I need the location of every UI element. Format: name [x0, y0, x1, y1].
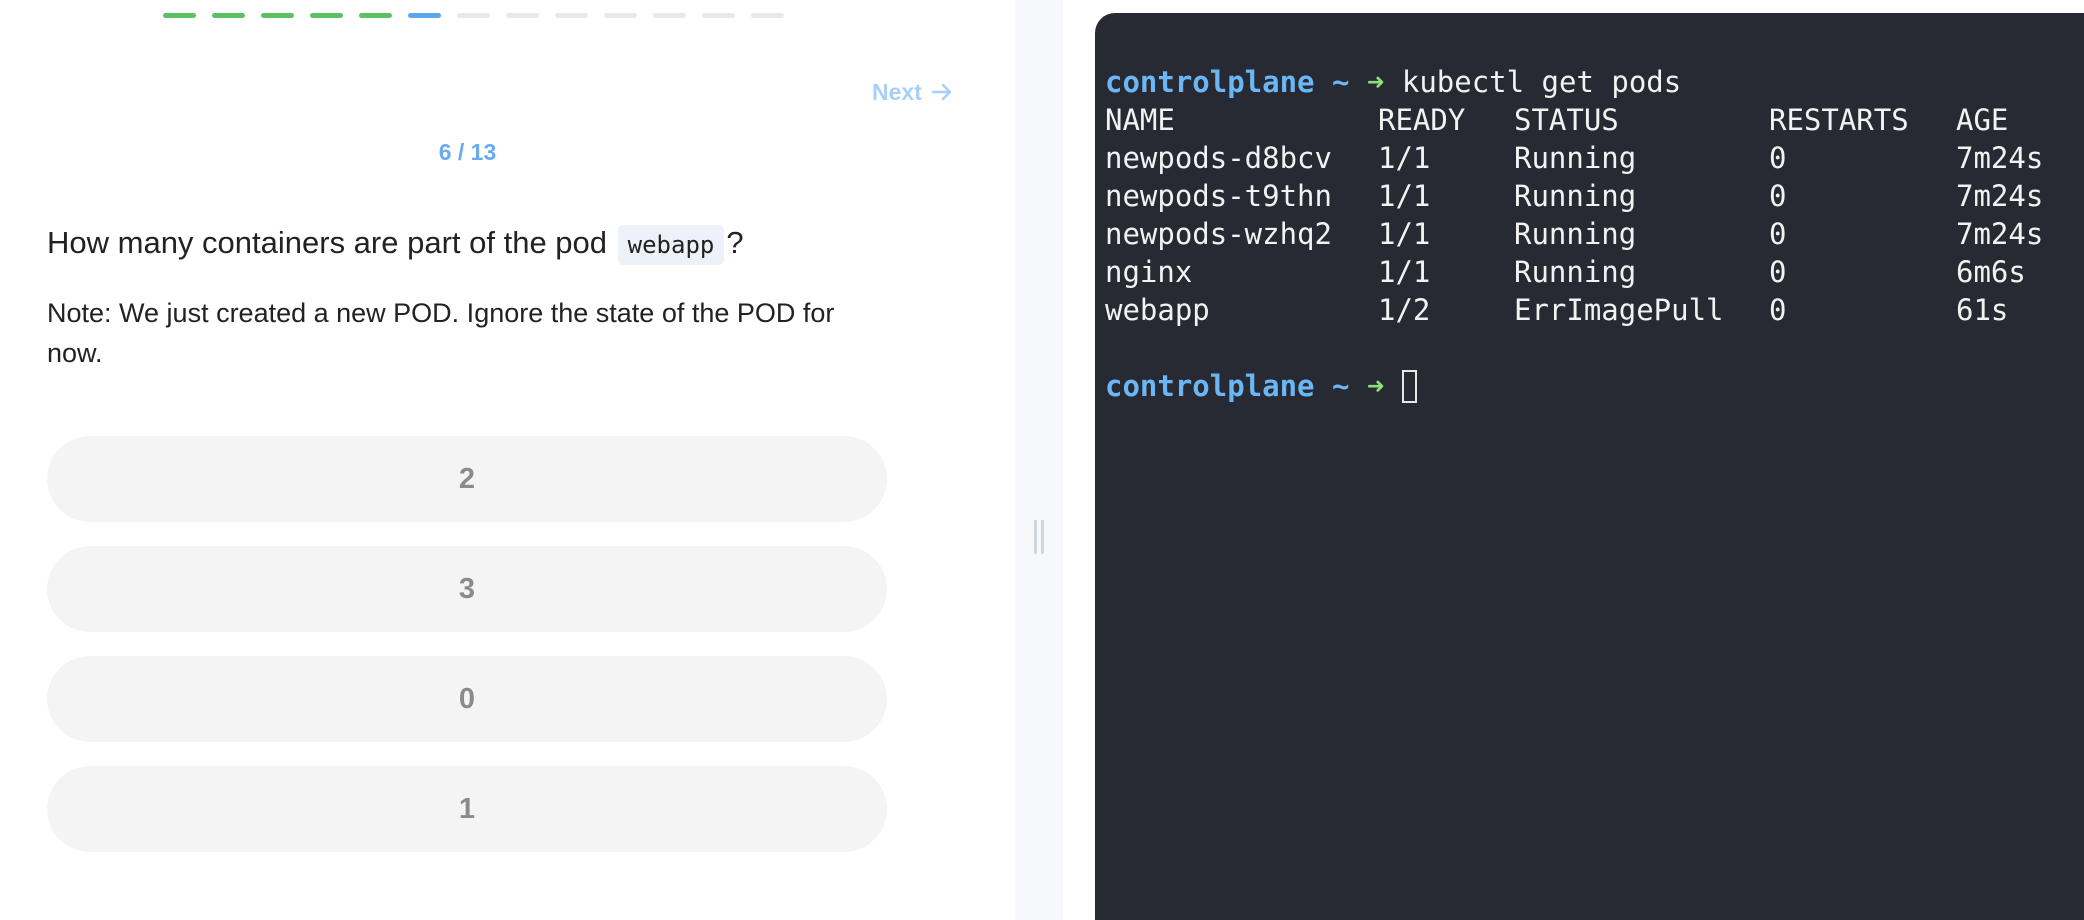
terminal-command: kubectl get pods — [1401, 65, 1682, 99]
terminal-cell: Running — [1514, 217, 1637, 251]
terminal-row: nginx 1/1 Running 0 6m6s — [1105, 253, 2084, 291]
terminal-cell: 1/1 — [1378, 141, 1431, 175]
progress-segment — [653, 13, 686, 18]
terminal-header-cell: RESTARTS — [1769, 103, 1909, 137]
terminal-cell: Running — [1514, 141, 1637, 175]
answer-option[interactable]: 0 — [47, 656, 887, 742]
next-label: Next — [872, 78, 922, 105]
terminal-header-cell: NAME — [1105, 103, 1175, 137]
terminal-row: newpods-t9thn 1/1 Running 0 7m24s — [1105, 177, 2084, 215]
terminal-cell: ErrImagePull — [1514, 293, 1724, 327]
terminal[interactable]: controlplane ~ ➜ kubectl get pods NAME REA… — [1095, 13, 2084, 920]
pod-name-code: webapp — [617, 224, 725, 265]
progress-segment — [604, 13, 637, 18]
prompt-arrow-icon: ➜ — [1366, 65, 1385, 99]
panel-splitter[interactable] — [1015, 0, 1063, 920]
terminal-cell: newpods-wzhq2 — [1105, 217, 1332, 251]
terminal-cell: 7m24s — [1956, 141, 2044, 175]
prompt-host: controlplane — [1105, 65, 1315, 99]
progress-segment — [702, 13, 735, 18]
terminal-row: newpods-d8bcv 1/1 Running 0 7m24s — [1105, 139, 2084, 177]
question-note: Note: We just created a new POD. Ignore … — [47, 298, 835, 368]
terminal-header-row: NAME READY STATUS RESTARTS AGE — [1105, 101, 2084, 139]
terminal-cell: newpods-d8bcv — [1105, 141, 1332, 175]
progress-segment — [359, 13, 392, 18]
progress-segment — [261, 13, 294, 18]
terminal-cell: Running — [1514, 255, 1637, 289]
answer-option[interactable]: 1 — [47, 766, 887, 852]
terminal-cursor — [1401, 369, 1417, 403]
drag-handle-icon[interactable] — [1033, 520, 1045, 554]
answer-option[interactable]: 2 — [47, 436, 887, 522]
question-text: How many containers are part of the pod … — [47, 223, 907, 265]
progress-segment — [555, 13, 588, 18]
prompt-host: controlplane — [1105, 369, 1315, 403]
progress-segment — [212, 13, 245, 18]
terminal-cell: newpods-t9thn — [1105, 179, 1332, 213]
progress-segment — [163, 13, 196, 18]
terminal-cell: 1/1 — [1378, 217, 1431, 251]
arrow-right-icon — [931, 83, 952, 101]
terminal-row: newpods-wzhq2 1/1 Running 0 7m24s — [1105, 215, 2084, 253]
progress-segment — [751, 13, 784, 18]
terminal-header-cell: READY — [1378, 103, 1466, 137]
terminal-cell: 1/2 — [1378, 293, 1431, 327]
terminal-cell: 61s — [1956, 293, 2009, 327]
terminal-cell: nginx — [1105, 255, 1193, 289]
terminal-cell: 0 — [1769, 217, 1787, 251]
progress-segment — [457, 13, 490, 18]
prompt-arrow-icon: ➜ — [1366, 369, 1385, 403]
terminal-row: webapp 1/2 ErrImagePull 0 61s — [1105, 291, 2084, 329]
progress-segment — [408, 13, 441, 18]
terminal-cell: Running — [1514, 179, 1637, 213]
progress-bar — [163, 13, 784, 18]
progress-segment — [310, 13, 343, 18]
terminal-cell: 1/1 — [1378, 179, 1431, 213]
question-suffix: ? — [726, 225, 744, 260]
terminal-header-cell: STATUS — [1514, 103, 1619, 137]
terminal-cell: 6m6s — [1956, 255, 2026, 289]
prompt-tilde: ~ — [1331, 65, 1350, 99]
quiz-panel: Next 6 / 13 How many containers are part… — [0, 0, 1015, 920]
terminal-cell: 1/1 — [1378, 255, 1431, 289]
terminal-cell: 0 — [1769, 293, 1787, 327]
answer-options: 2 3 0 1 — [47, 436, 887, 876]
terminal-cell: 0 — [1769, 179, 1787, 213]
terminal-prompt-line: controlplane ~ ➜ — [1105, 367, 1417, 405]
terminal-cell: 7m24s — [1956, 179, 2044, 213]
answer-option[interactable]: 3 — [47, 546, 887, 632]
question-prefix: How many containers are part of the pod — [47, 225, 608, 260]
terminal-cell: 0 — [1769, 255, 1787, 289]
terminal-command-line: controlplane ~ ➜ kubectl get pods — [1105, 63, 1681, 101]
terminal-cell: 0 — [1769, 141, 1787, 175]
prompt-tilde: ~ — [1331, 369, 1350, 403]
terminal-header-cell: AGE — [1956, 103, 2009, 137]
next-button[interactable]: Next — [872, 74, 954, 110]
progress-segment — [506, 13, 539, 18]
terminal-cell: 7m24s — [1956, 217, 2044, 251]
question-counter: 6 / 13 — [438, 139, 497, 165]
terminal-cell: webapp — [1105, 293, 1210, 327]
